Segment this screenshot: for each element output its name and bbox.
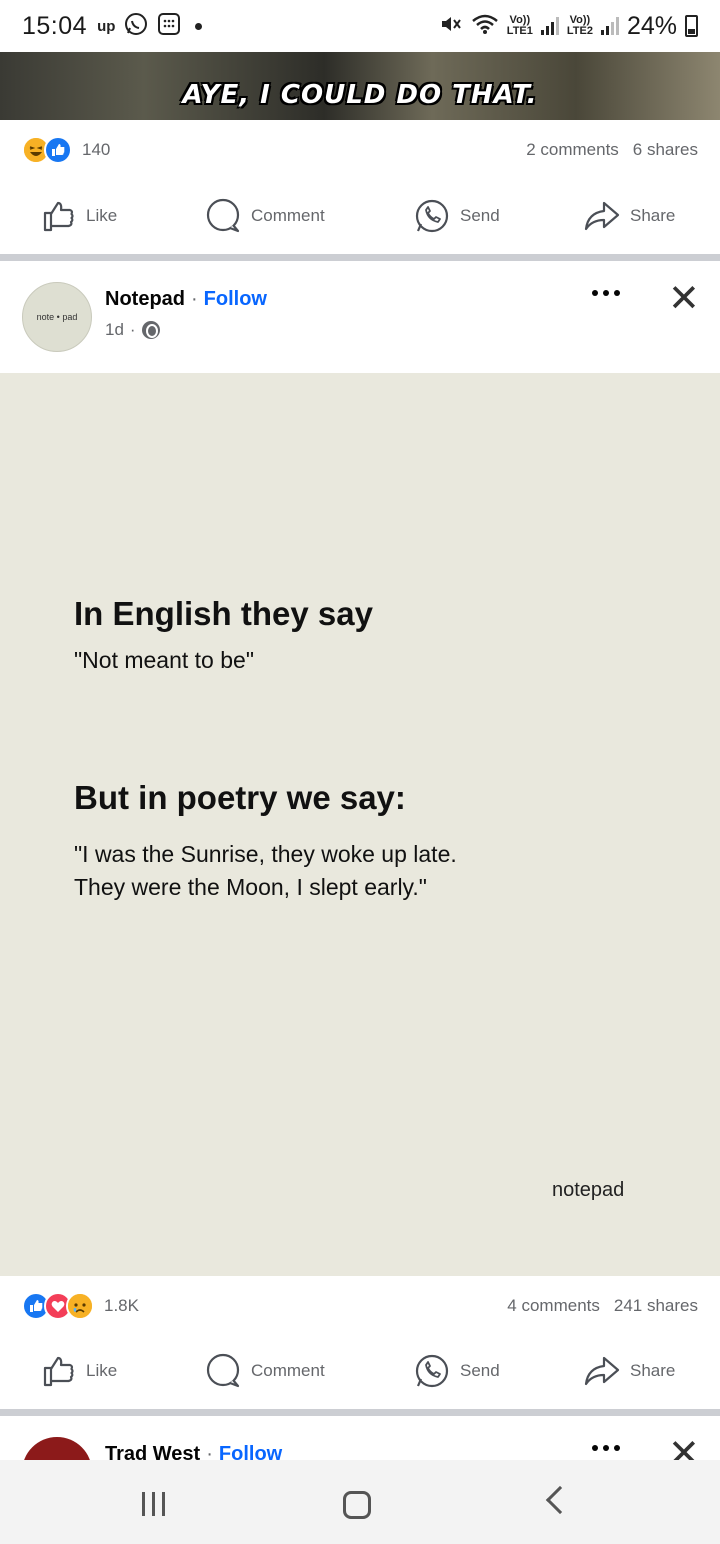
mute-icon [439, 12, 463, 41]
post-image[interactable]: In English they say "Not meant to be" Bu… [0, 373, 720, 1276]
share-button[interactable]: Share [584, 200, 675, 232]
reaction-count[interactable]: 140 [82, 140, 110, 160]
recent-apps-icon[interactable] [142, 1492, 165, 1516]
battery-percentage: 24% [626, 11, 677, 40]
navigation-bar [0, 1460, 720, 1544]
messenger-send-icon [415, 199, 449, 233]
image-heading-2: But in poetry we say: [74, 779, 406, 816]
follow-button[interactable]: Follow [204, 288, 267, 311]
image-brand: notepad [552, 1179, 625, 1201]
separator: · [191, 288, 198, 310]
comment-bubble-icon [206, 1353, 240, 1388]
comment-button[interactable]: Comment [205, 1353, 325, 1389]
sim1-label: Vo)) LTE1 [506, 14, 533, 37]
data-up-icon: up [97, 17, 116, 35]
previous-post-actions: Like Comment Send Share [0, 181, 720, 251]
more-options-icon[interactable] [592, 1445, 620, 1451]
avatar[interactable] [22, 1437, 92, 1461]
back-icon[interactable] [545, 1485, 575, 1515]
post-reactions-bar: 1.8K 4 comments 241 shares [0, 1276, 720, 1336]
image-quote-2: "I was the Sunrise, they woke up late. T… [74, 841, 457, 900]
reaction-icons[interactable] [22, 1292, 94, 1320]
next-post-header: Trad West · Follow ✕ [0, 1417, 720, 1461]
signal-strength-2-icon [600, 17, 619, 35]
more-notifications-dot-icon [195, 22, 203, 30]
image-heading-1: In English they say [74, 595, 373, 632]
thumbs-up-icon [43, 1356, 74, 1387]
post-divider [0, 254, 720, 261]
thumbs-up-icon [43, 201, 74, 232]
shares-count[interactable]: 6 shares [633, 140, 698, 160]
shares-count[interactable]: 241 shares [614, 1296, 698, 1316]
status-bar: 15:04 up Vo)) LTE1 Vo)) LTE2 24% [0, 0, 720, 52]
status-time: 15:04 [22, 11, 88, 40]
share-arrow-icon [584, 1356, 620, 1386]
comments-count[interactable]: 4 comments [507, 1296, 600, 1316]
reaction-icons[interactable] [22, 136, 72, 164]
post-actions: Like Comment Send Share [0, 1336, 720, 1406]
post-time[interactable]: 1d [105, 320, 124, 340]
send-button[interactable]: Send [414, 1353, 500, 1389]
follow-button[interactable]: Follow [219, 1443, 282, 1461]
like-reaction-icon [44, 136, 72, 164]
author-name[interactable]: Notepad [105, 288, 185, 311]
share-arrow-icon [584, 201, 620, 231]
image-quote-1: "Not meant to be" [74, 647, 254, 673]
battery-icon [685, 15, 698, 37]
author-name[interactable]: Trad West [105, 1443, 200, 1461]
avatar[interactable]: note • pad [22, 282, 92, 352]
calculator-notification-icon [157, 12, 181, 41]
globe-icon [141, 321, 160, 339]
more-options-icon[interactable] [592, 290, 620, 296]
wifi-icon [471, 13, 499, 40]
like-button[interactable]: Like [42, 199, 117, 233]
messenger-send-icon [415, 1354, 449, 1388]
meme-caption: AYE, I COULD DO THAT. [182, 80, 538, 110]
post-header: note • pad Notepad · Follow 1d · ✕ [0, 262, 720, 372]
signal-strength-1-icon [540, 17, 559, 35]
share-button[interactable]: Share [584, 1355, 675, 1387]
like-button[interactable]: Like [42, 1354, 117, 1388]
previous-post-image[interactable]: AYE, I COULD DO THAT. [0, 52, 720, 120]
home-icon[interactable] [343, 1491, 371, 1519]
post-divider [0, 1409, 720, 1416]
comment-button[interactable]: Comment [205, 198, 325, 234]
send-button[interactable]: Send [414, 198, 500, 234]
sad-reaction-icon [66, 1292, 94, 1320]
previous-post-reactions-bar: 140 2 comments 6 shares [0, 120, 720, 180]
comments-count[interactable]: 2 comments [526, 140, 619, 160]
comment-bubble-icon [206, 198, 240, 233]
close-icon[interactable]: ✕ [668, 280, 700, 318]
reaction-count[interactable]: 1.8K [104, 1296, 139, 1316]
sim2-label: Vo)) LTE2 [566, 14, 593, 37]
whatsapp-notification-icon [123, 11, 149, 42]
close-icon[interactable]: ✕ [668, 1435, 700, 1461]
